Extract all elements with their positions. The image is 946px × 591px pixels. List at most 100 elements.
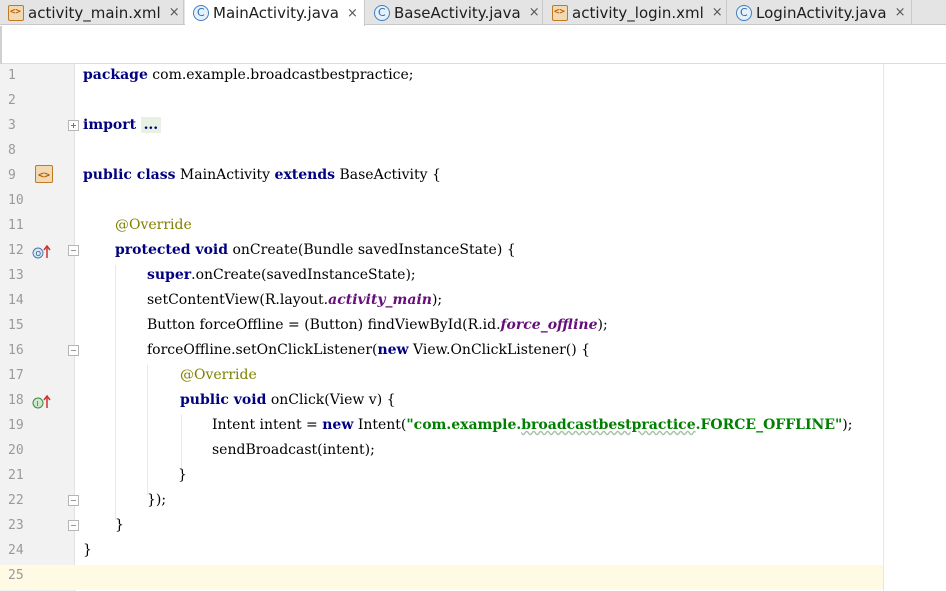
fold-end-icon[interactable]	[68, 520, 79, 531]
code-text: View.OnClickListener() {	[408, 342, 591, 358]
close-icon[interactable]: ×	[529, 5, 540, 20]
code-line-9: public class MainActivity extends BaseAc…	[83, 167, 441, 183]
implement-method-icon[interactable]: I	[32, 394, 52, 410]
code-text: );	[597, 317, 608, 333]
tab-label: BaseActivity.java	[394, 3, 521, 22]
xml-layout-icon	[552, 4, 568, 21]
field-reference: activity_main	[328, 292, 432, 308]
close-icon[interactable]: ×	[712, 5, 723, 20]
code-text: Button forceOffline = (Button) findViewB…	[147, 317, 501, 333]
code-line-18: public void onClick(View v) {	[180, 392, 396, 408]
code-line-13: super.onCreate(savedInstanceState);	[147, 267, 416, 283]
java-class-icon	[736, 4, 752, 21]
line-number: 15	[8, 318, 24, 333]
line-number: 20	[8, 443, 24, 458]
string-literal: .FORCE_OFFLINE"	[695, 417, 843, 433]
code-line-15: Button forceOffline = (Button) findViewB…	[147, 317, 608, 333]
related-layout-icon[interactable]: <>	[35, 165, 53, 183]
line-number: 22	[8, 493, 24, 508]
tab-activity-main-xml[interactable]: activity_main.xml ×	[0, 0, 184, 25]
tab-activity-login-xml[interactable]: activity_login.xml ×	[544, 0, 727, 25]
code-text: com.example.broadcastbestpractice;	[147, 67, 414, 83]
code-line-24: }	[83, 542, 92, 558]
keyword: protected void	[115, 242, 229, 258]
line-number: 3	[8, 118, 16, 133]
fold-end-icon[interactable]	[68, 495, 79, 506]
line-number: 2	[8, 93, 16, 108]
indent-guide	[115, 265, 116, 520]
close-icon[interactable]: ×	[169, 5, 180, 20]
line-number: 16	[8, 343, 24, 358]
code-text: }	[178, 467, 187, 483]
code-text: forceOffline.setOnClickListener(	[147, 342, 378, 358]
close-icon[interactable]: ×	[895, 5, 906, 20]
line-number: 12	[8, 243, 24, 258]
keyword: public void	[180, 392, 267, 408]
annotation: @Override	[115, 217, 192, 233]
tab-base-activity-java[interactable]: BaseActivity.java ×	[366, 0, 543, 25]
keyword: extends	[274, 167, 336, 183]
strip-divider	[0, 26, 2, 64]
code-line-19: Intent intent = new Intent("com.example.…	[212, 417, 852, 433]
tab-main-activity-java[interactable]: MainActivity.java ×	[185, 0, 365, 26]
code-text: );	[842, 417, 853, 433]
line-number: 10	[8, 193, 24, 208]
editor-tab-bar: activity_main.xml × MainActivity.java × …	[0, 0, 946, 26]
code-line-1: package com.example.broadcastbestpractic…	[83, 67, 414, 83]
xml-layout-icon	[8, 4, 24, 21]
tab-label: activity_login.xml	[572, 3, 704, 22]
fold-collapse-icon[interactable]	[68, 345, 79, 356]
java-class-icon	[193, 5, 209, 21]
line-number: 17	[8, 368, 24, 383]
fold-collapse-icon[interactable]	[68, 245, 79, 256]
keyword: new	[322, 417, 354, 433]
code-text: MainActivity	[175, 167, 275, 183]
string-literal-typo: broadcastbestpractice	[521, 417, 696, 433]
indent-guide	[181, 415, 182, 470]
code-line-14: setContentView(R.layout.activity_main);	[147, 292, 442, 308]
field-reference: force_offline	[500, 317, 598, 333]
code-text: Intent intent =	[212, 417, 323, 433]
line-number: 8	[8, 143, 16, 158]
code-line-20: sendBroadcast(intent);	[212, 442, 375, 458]
tab-label: LoginActivity.java	[756, 3, 887, 22]
keyword: public class	[83, 167, 176, 183]
line-number: 9	[8, 168, 16, 183]
tab-login-activity-java[interactable]: LoginActivity.java ×	[728, 0, 912, 25]
fold-expand-icon[interactable]	[68, 120, 79, 131]
keyword: package	[83, 67, 148, 83]
close-icon[interactable]: ×	[347, 6, 358, 21]
override-method-icon[interactable]: O	[32, 244, 52, 260]
code-text: onClick(View v) {	[266, 392, 396, 408]
code-text: }	[83, 542, 92, 558]
code-text: });	[147, 492, 167, 508]
current-line-highlight	[75, 565, 883, 590]
line-number: 24	[8, 543, 24, 558]
tab-label: MainActivity.java	[213, 4, 339, 22]
folded-imports[interactable]: ...	[140, 117, 162, 133]
string-literal: "com.example.	[406, 417, 522, 433]
java-class-icon	[374, 4, 390, 21]
indent-guide	[147, 365, 148, 495]
svg-text:<>: <>	[38, 170, 50, 181]
line-number: 18	[8, 393, 24, 408]
line-number: 19	[8, 418, 24, 433]
right-margin-guide	[883, 64, 884, 591]
code-text: Intent(	[353, 417, 407, 433]
code-text: );	[431, 292, 443, 308]
line-number: 14	[8, 293, 24, 308]
code-line-22: });	[147, 492, 166, 508]
code-text: sendBroadcast(intent);	[212, 442, 375, 458]
code-text: onCreate(Bundle savedInstanceState) {	[228, 242, 516, 258]
svg-text:I: I	[37, 400, 39, 408]
line-number: 23	[8, 518, 24, 533]
code-line-21: }	[178, 467, 187, 483]
code-text: .onCreate(savedInstanceState);	[191, 267, 416, 283]
breadcrumb-strip	[0, 26, 946, 64]
keyword: super	[147, 267, 192, 283]
line-number: 25	[8, 568, 24, 583]
code-text: BaseActivity {	[335, 167, 441, 183]
keyword: new	[377, 342, 409, 358]
keyword: import	[83, 117, 137, 133]
code-line-17: @Override	[180, 367, 257, 383]
